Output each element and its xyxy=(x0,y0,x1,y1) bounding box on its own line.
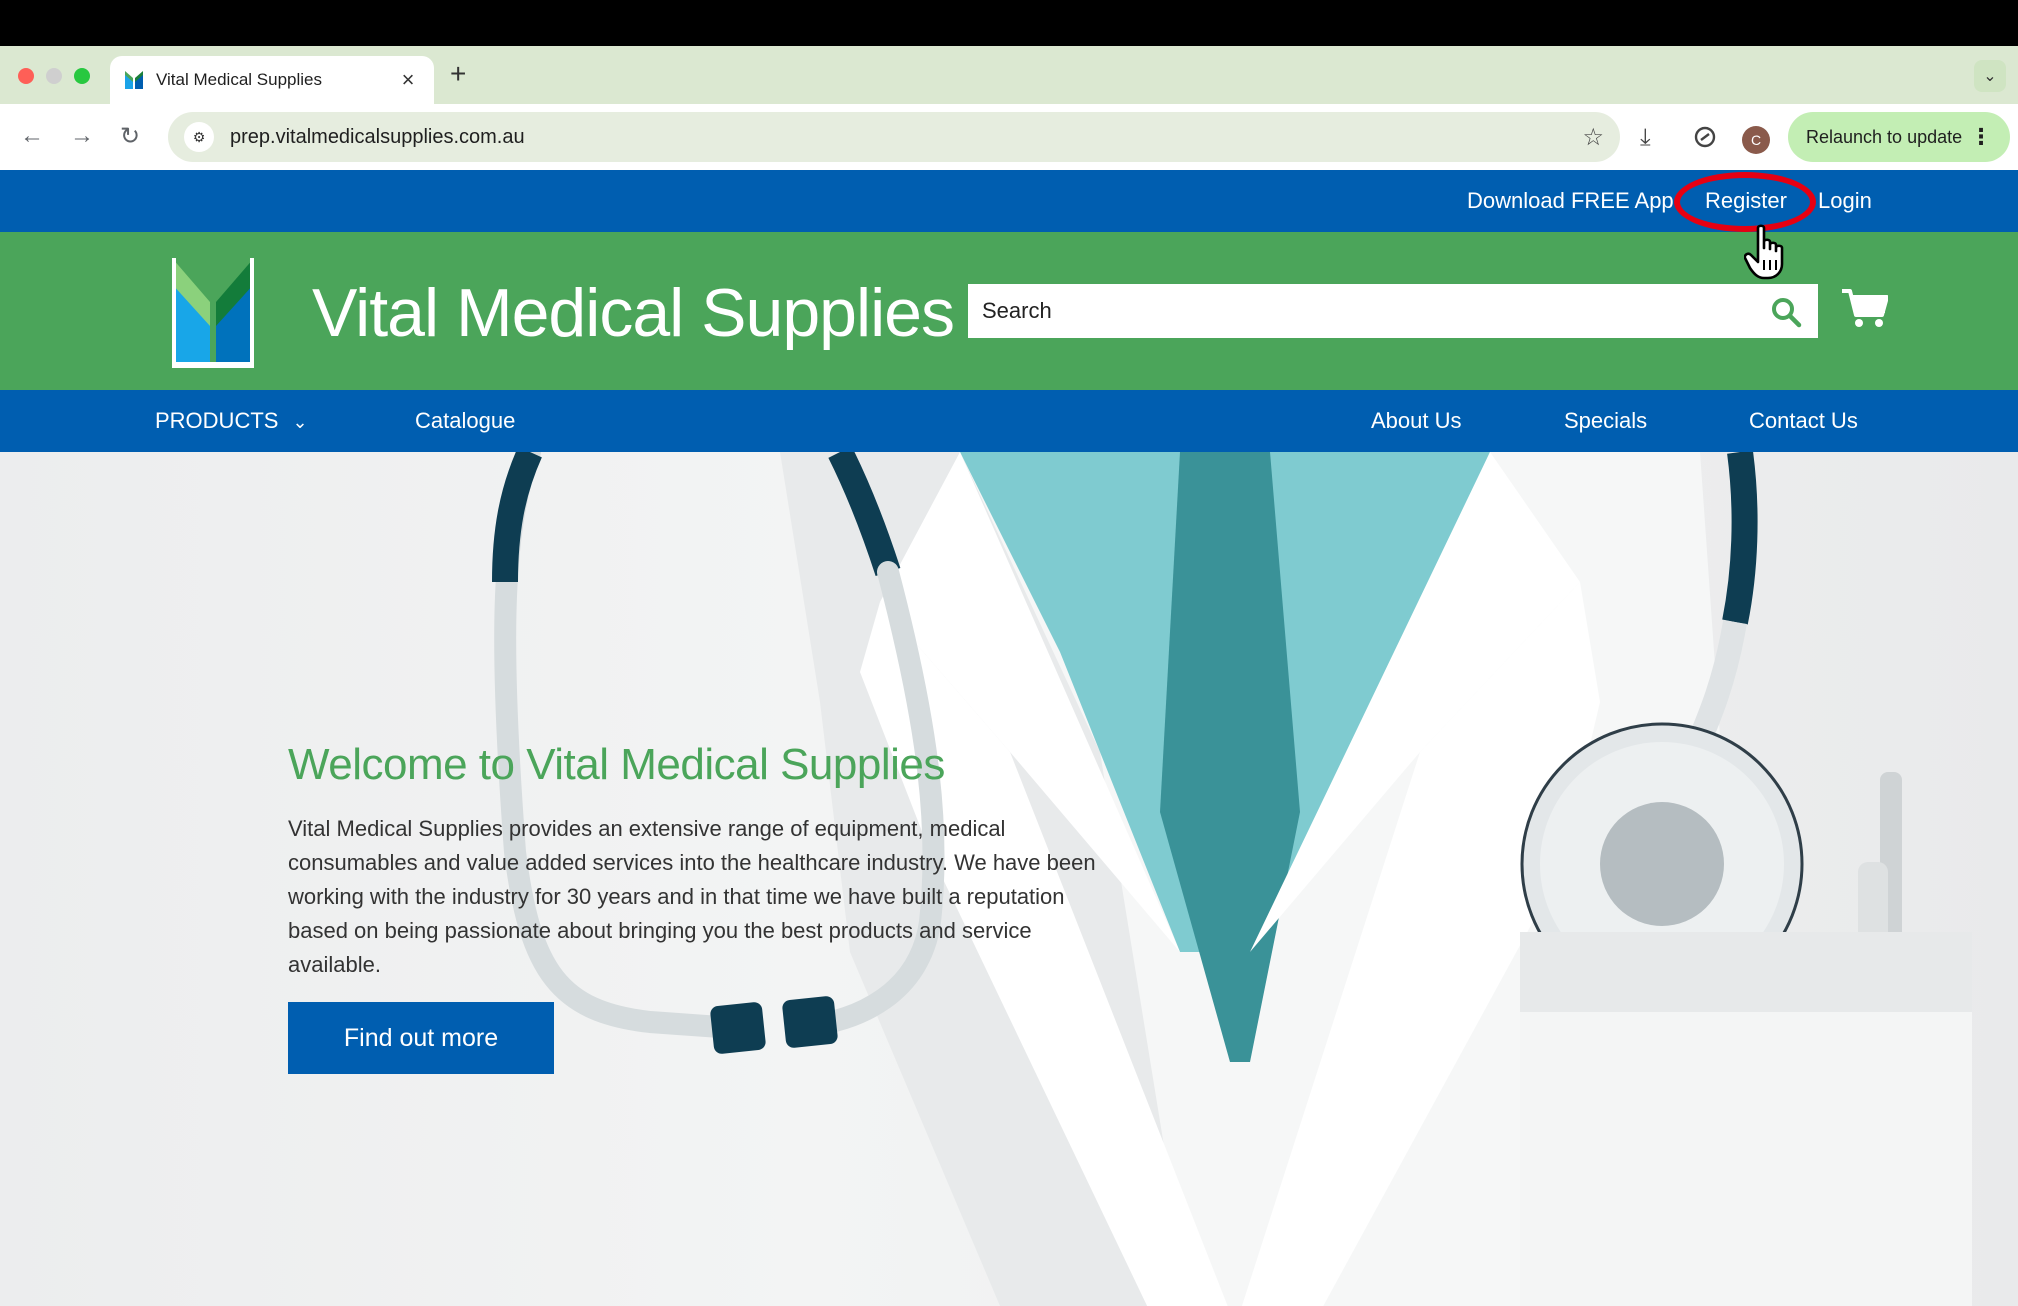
screen-top-bar xyxy=(0,0,2018,46)
tab-title: Vital Medical Supplies xyxy=(156,70,322,89)
nav-specials[interactable]: Specials xyxy=(1564,408,1647,434)
nav-products[interactable]: PRODUCTS ⌄ xyxy=(155,408,308,434)
relaunch-to-update-button[interactable]: Relaunch to update ⋮ xyxy=(1788,112,2010,162)
shopping-cart-icon[interactable] xyxy=(1842,288,1888,328)
extension-icon[interactable] xyxy=(1692,124,1718,150)
bookmark-star-icon[interactable]: ☆ xyxy=(1582,123,1604,152)
tab-close-icon[interactable]: × xyxy=(396,67,420,93)
browser-toolbar: ← → ↻ ⚙ prep.vitalmedicalsupplies.com.au… xyxy=(0,104,2018,170)
nav-catalogue[interactable]: Catalogue xyxy=(415,408,515,434)
minimize-window-button[interactable] xyxy=(46,68,62,84)
utility-bar: Download FREE App Register Login xyxy=(0,170,2018,232)
hand-pointer-cursor-icon xyxy=(1744,224,1784,280)
maximize-window-button[interactable] xyxy=(74,68,90,84)
find-out-more-button[interactable]: Find out more xyxy=(288,1002,554,1074)
browser-tab-strip: Vital Medical Supplies × + ⌄ xyxy=(0,46,2018,104)
new-tab-button[interactable]: + xyxy=(450,58,466,90)
site-settings-icon[interactable]: ⚙ xyxy=(184,122,214,152)
back-arrow-icon[interactable]: ← xyxy=(20,122,44,150)
nav-contact-us[interactable]: Contact Us xyxy=(1749,408,1858,434)
reload-icon[interactable]: ↻ xyxy=(120,122,140,151)
download-icon[interactable]: ⤓ xyxy=(1640,124,1651,152)
hero-body-text: Vital Medical Supplies provides an exten… xyxy=(288,816,1096,977)
profile-avatar[interactable]: C xyxy=(1742,126,1770,154)
main-navigation: PRODUCTS ⌄ Catalogue About Us Specials Co… xyxy=(0,390,2018,452)
hero-banner: Welcome to Vital Medical Supplies Vital … xyxy=(0,452,2018,1306)
tab-search-button[interactable]: ⌄ xyxy=(1974,60,2006,92)
nav-products-label: PRODUCTS xyxy=(155,408,279,433)
site-favicon-icon xyxy=(125,71,143,89)
relaunch-label: Relaunch to update xyxy=(1806,126,1963,147)
browser-tab-active[interactable]: Vital Medical Supplies × xyxy=(110,56,434,104)
forward-arrow-icon[interactable]: → xyxy=(70,122,94,150)
hero-title: Welcome to Vital Medical Supplies xyxy=(288,740,945,789)
site-header: Vital Medical Supplies xyxy=(0,232,2018,390)
close-window-button[interactable] xyxy=(18,68,34,84)
web-page: Download FREE App Register Login Vital M… xyxy=(0,170,2018,1306)
login-link[interactable]: Login xyxy=(1818,188,1872,214)
download-free-app-link[interactable]: Download FREE App xyxy=(1467,188,1674,214)
address-bar[interactable]: ⚙ prep.vitalmedicalsupplies.com.au ☆ xyxy=(168,112,1620,162)
search-input[interactable] xyxy=(968,284,1818,338)
browser-menu-icon[interactable]: ⋮ xyxy=(1970,124,1992,150)
chevron-down-icon: ⌄ xyxy=(292,412,308,432)
search-icon[interactable] xyxy=(1770,296,1802,328)
brand-name[interactable]: Vital Medical Supplies xyxy=(312,274,955,352)
url-text[interactable]: prep.vitalmedicalsupplies.com.au xyxy=(230,126,1582,149)
brand-logo-icon[interactable] xyxy=(170,256,256,368)
register-highlight-annotation xyxy=(1674,172,1816,232)
nav-about-us[interactable]: About Us xyxy=(1371,408,1462,434)
